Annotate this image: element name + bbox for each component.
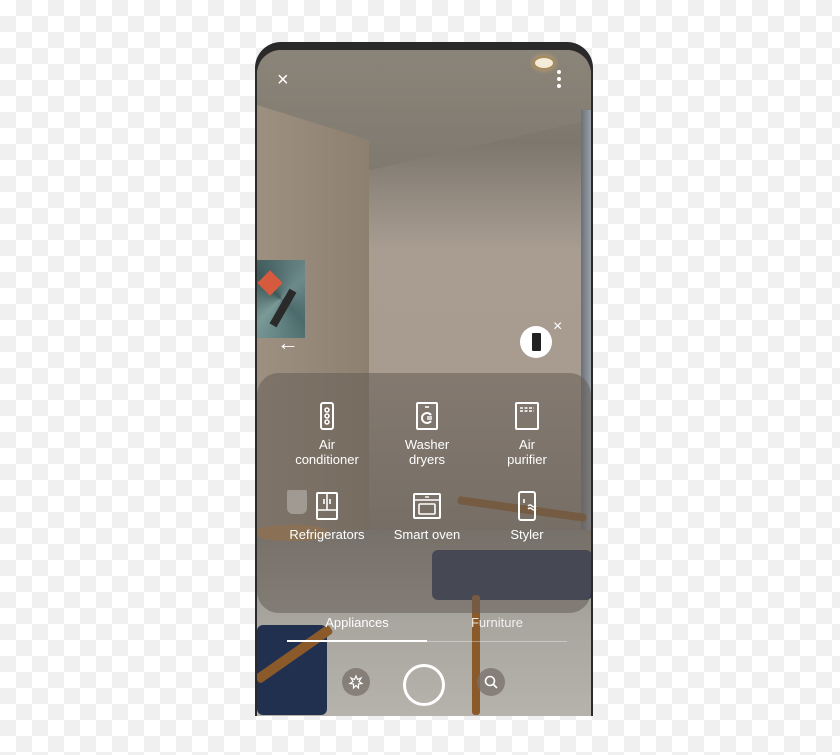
refrigerator-icon [316, 492, 338, 520]
phone-frame: × ← × Air conditioner Washer dryers Air … [255, 42, 593, 716]
tab-furniture[interactable]: Furniture [427, 615, 567, 641]
more-dot [557, 77, 561, 81]
tab-appliances[interactable]: Appliances [287, 615, 427, 642]
arrow-left-icon: ← [277, 330, 299, 355]
more-dot [557, 84, 561, 88]
category-washer-dryers[interactable]: Washer dryers [377, 401, 477, 467]
close-icon: × [277, 69, 289, 91]
category-label: Smart oven [393, 527, 461, 542]
washer-icon [416, 402, 438, 430]
category-label: Washer dryers [404, 437, 450, 467]
styler-icon [518, 491, 537, 521]
air-purifier-icon [515, 402, 539, 430]
more-dot [557, 70, 561, 74]
search-icon [484, 675, 498, 689]
more-options-button[interactable] [557, 70, 563, 91]
category-label: Air purifier [507, 437, 547, 467]
category-panel: Air conditioner Washer dryers Air purifi… [257, 373, 591, 613]
refrigerator-thumbnail-icon [531, 333, 541, 351]
search-button[interactable] [477, 668, 505, 696]
close-icon: × [553, 318, 563, 335]
bottom-bar [257, 660, 591, 710]
scene-ceiling-light [533, 56, 555, 70]
close-button[interactable]: × [277, 70, 289, 90]
category-label: Refrigerators [289, 527, 365, 542]
back-arrow-button[interactable]: ← [277, 330, 299, 356]
category-label: Styler [510, 527, 544, 542]
category-label: Air conditioner [295, 437, 359, 467]
ar-camera-view: × ← × Air conditioner Washer dryers Air … [257, 50, 591, 716]
category-tabs: Appliances Furniture [287, 615, 567, 642]
remove-product-button[interactable]: × [553, 318, 562, 336]
effects-button[interactable] [342, 668, 370, 696]
category-air-purifier[interactable]: Air purifier [477, 401, 577, 467]
category-smart-oven[interactable]: Smart oven [377, 491, 477, 542]
category-refrigerators[interactable]: Refrigerators [277, 491, 377, 542]
shutter-button[interactable] [403, 664, 445, 706]
flower-icon [348, 674, 364, 690]
scene-wall-art [257, 260, 305, 338]
category-styler[interactable]: Styler [477, 491, 577, 542]
category-air-conditioner[interactable]: Air conditioner [277, 401, 377, 467]
placed-product-thumbnail[interactable] [520, 326, 552, 358]
air-conditioner-icon [320, 402, 334, 430]
oven-icon [413, 493, 441, 519]
